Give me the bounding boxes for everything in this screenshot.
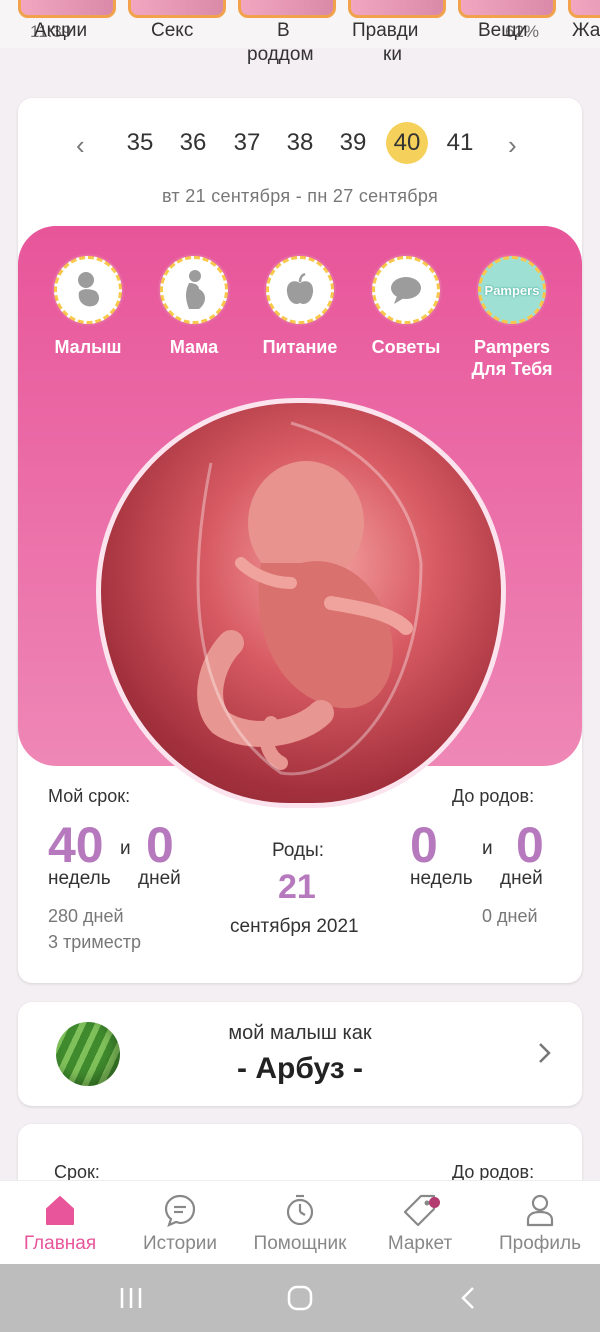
chat-bubble-icon [372, 256, 440, 324]
story-thumb-seks[interactable] [128, 0, 226, 18]
nav-stories[interactable]: Истории [120, 1191, 240, 1255]
nav-label: Главная [23, 1233, 97, 1254]
category-baby[interactable]: Малыш [38, 256, 138, 358]
baby-size-card[interactable]: мой малыш как - Арбуз - [18, 1002, 582, 1106]
until-weeks-value: 0 [410, 817, 438, 873]
week-date-range: вт 21 сентября - пн 27 сентября [161, 186, 439, 206]
until-birth-label: До родов: [452, 786, 535, 806]
system-navigation-bar [0, 1264, 600, 1332]
until-remaining-days: 0 дней [482, 906, 538, 926]
term-days-unit: дней [138, 868, 181, 889]
bottom-navigation: Главная Истории Помощник Маркет Профиль [0, 1180, 600, 1265]
category-mom[interactable]: Мама [144, 256, 244, 358]
story-label[interactable]: Вещи [478, 20, 528, 42]
week-36[interactable]: 36 [172, 122, 214, 164]
nav-label: Истории [142, 1233, 217, 1254]
fetus-illustration [96, 398, 506, 808]
until-weeks-unit: недель [410, 868, 473, 889]
home-icon [0, 1191, 120, 1229]
baby-size-fruit: - Арбуз - [237, 1052, 363, 1085]
apple-icon [266, 256, 334, 324]
my-term-label: Мой срок: [48, 786, 131, 806]
week-41[interactable]: 41 [439, 122, 481, 164]
chevron-right-icon [538, 1040, 552, 1071]
baby-size-label: мой малыш как [228, 1022, 372, 1044]
chat-icon [120, 1191, 240, 1229]
week-37[interactable]: 37 [226, 122, 268, 164]
week-39[interactable]: 39 [332, 122, 374, 164]
story-thumb-veshchi[interactable] [458, 0, 556, 18]
story-label[interactable]: Акции [34, 20, 87, 42]
baby-icon [54, 256, 122, 324]
nav-label: Маркет [387, 1233, 453, 1254]
stopwatch-icon [240, 1191, 360, 1229]
category-tips[interactable]: Советы [356, 256, 456, 358]
nav-label: Помощник [253, 1233, 347, 1254]
back-icon[interactable] [448, 1282, 488, 1314]
category-label: Мама [169, 337, 219, 357]
category-label: Pampers Для Тебя [471, 337, 553, 379]
recent-apps-icon[interactable] [111, 1282, 151, 1314]
profile-icon [480, 1191, 600, 1229]
category-label: Советы [371, 337, 441, 357]
until-days-unit: дней [500, 868, 543, 889]
term-weeks-value: 40 [48, 817, 104, 873]
category-nutrition[interactable]: Питание [250, 256, 350, 358]
pregnancy-week-card: ‹ 35 36 37 38 39 40 41 › вт 21 сентября … [18, 98, 582, 983]
story-thumb-akcii[interactable] [18, 0, 116, 18]
story-label[interactable]: Правди [352, 20, 418, 42]
week-selector: ‹ 35 36 37 38 39 40 41 › [18, 122, 582, 166]
term-total-days: 280 дней [48, 906, 124, 926]
home-button-icon[interactable] [280, 1282, 320, 1314]
term-weeks-unit: недель [48, 868, 111, 889]
stories-strip: 11:39 62% Акции Секс В Правди Вещи Жа [0, 0, 600, 48]
birth-label: Роды: [272, 840, 325, 861]
story-label-line2[interactable]: ки [383, 44, 402, 66]
until-days-value: 0 [516, 817, 544, 873]
birth-day: 21 [278, 868, 316, 906]
story-label[interactable]: Секс [151, 20, 193, 42]
week-35[interactable]: 35 [119, 122, 161, 164]
term-and: и [120, 838, 131, 859]
story-label[interactable]: В [277, 20, 290, 42]
tag-icon [360, 1191, 480, 1229]
story-thumb-zha[interactable] [568, 0, 600, 18]
term-days-value: 0 [146, 817, 174, 873]
category-pampers[interactable]: Pampers Pampers Для Тебя [462, 256, 562, 380]
next-week-arrow-icon[interactable]: › [508, 130, 517, 161]
story-thumb-pravdiki[interactable] [348, 0, 446, 18]
prev-week-arrow-icon[interactable]: ‹ [76, 130, 85, 161]
nav-assistant[interactable]: Помощник [240, 1191, 360, 1255]
until-and: и [482, 838, 493, 859]
story-thumb-roddom[interactable] [238, 0, 336, 18]
week-40-selected[interactable]: 40 [386, 122, 428, 164]
week-38[interactable]: 38 [279, 122, 321, 164]
story-label[interactable]: Жа [572, 20, 600, 42]
nav-label: Профиль [498, 1233, 582, 1254]
notification-dot [429, 1197, 440, 1208]
category-label: Малыш [54, 337, 122, 357]
term-trimester: 3 триместр [48, 932, 141, 952]
pregnant-woman-icon [160, 256, 228, 324]
category-label: Питание [262, 337, 338, 357]
nav-home[interactable]: Главная [0, 1191, 120, 1255]
story-label-line2[interactable]: роддом [247, 44, 314, 66]
birth-month-year: сентября 2021 [230, 916, 359, 937]
nav-profile[interactable]: Профиль [480, 1191, 600, 1255]
nav-market[interactable]: Маркет [360, 1191, 480, 1255]
pampers-logo: Pampers [478, 256, 546, 324]
